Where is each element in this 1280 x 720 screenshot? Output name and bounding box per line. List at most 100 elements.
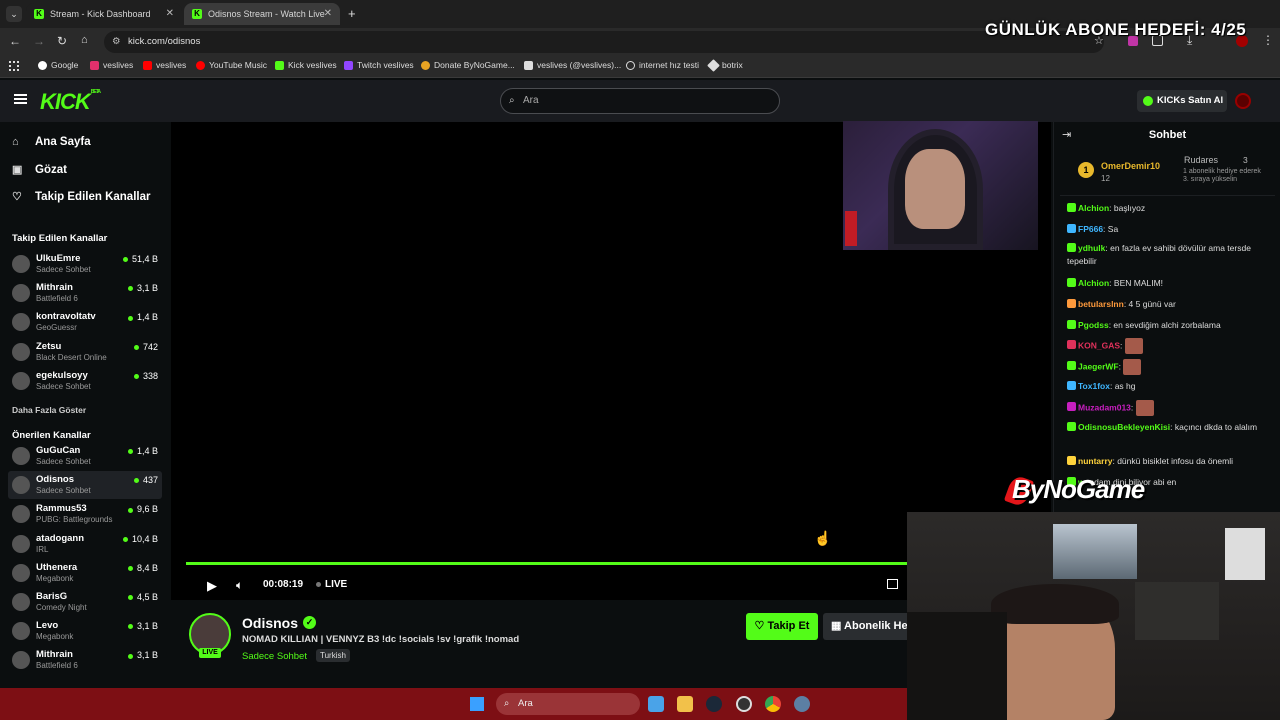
- channel-category: Megabonk: [36, 632, 74, 642]
- bookmark-youtube[interactable]: veslives: [143, 60, 186, 70]
- leaderboard-user-1[interactable]: OmerDemir10: [1101, 161, 1160, 171]
- home-icon[interactable]: ⌂: [81, 34, 88, 46]
- playback-progress-bar[interactable]: [186, 562, 907, 565]
- sidebar-channel-odisnos[interactable]: Odisnos Sadece Sohbet 437: [8, 471, 162, 500]
- viewer-count: 1,4 B: [128, 446, 158, 456]
- nav-following[interactable]: ♡ Takip Edilen Kanallar: [12, 190, 150, 204]
- live-badge: LIVE: [199, 648, 221, 658]
- browser-menu-icon[interactable]: ⋮: [1262, 33, 1274, 47]
- apps-icon[interactable]: [9, 61, 19, 71]
- sidebar-channel-zetsu[interactable]: Zetsu Black Desert Online 742: [8, 338, 162, 366]
- channel-name: GuGuCan: [36, 445, 81, 456]
- chat-username[interactable]: Pgodss: [1078, 320, 1109, 330]
- follow-button[interactable]: ♡ Takip Et: [746, 613, 818, 640]
- taskbar-search[interactable]: ⌕ Ara: [496, 693, 640, 715]
- sidebar-channel-rammus53[interactable]: Rammus53 PUBG: Battlegrounds 9,6 B: [8, 500, 162, 528]
- site-info-icon[interactable]: ⚙: [112, 31, 121, 53]
- chat-username[interactable]: Tox1fox: [1078, 381, 1110, 391]
- bynogame-icon: [421, 60, 430, 70]
- play-icon[interactable]: ▶: [207, 578, 217, 594]
- language-tag[interactable]: Turkish: [316, 649, 350, 662]
- chat-badge-icon: [1067, 224, 1076, 233]
- settings-icon[interactable]: [794, 696, 810, 712]
- tiktok-icon: [524, 60, 533, 70]
- sidebar-channel-ulkuemre[interactable]: UlkuEmre Sadece Sohbet 51,4 B: [8, 250, 162, 278]
- show-more-link[interactable]: Daha Fazla Göster: [12, 405, 86, 415]
- channel-avatar: [12, 622, 30, 641]
- channel-category: Megabonk: [36, 573, 74, 583]
- close-tab-icon[interactable]: ✕: [166, 8, 174, 19]
- sidebar-channel-uthenera[interactable]: Uthenera Megabonk 8,4 B: [8, 559, 162, 587]
- sidebar-channel-barisg[interactable]: BarisG Comedy Night 4,5 B: [8, 588, 162, 616]
- bookmark-botrix[interactable]: botrix: [707, 58, 743, 72]
- bookmark-twitch[interactable]: Twitch veslives: [344, 60, 414, 70]
- chat-username[interactable]: FP666: [1078, 224, 1103, 234]
- tab-kick-dashboard[interactable]: K Stream - Kick Dashboard ✕: [26, 3, 182, 25]
- obs-icon[interactable]: [736, 696, 752, 712]
- bookmark-google[interactable]: Google: [38, 60, 78, 70]
- chat-username[interactable]: Muzadam013: [1078, 402, 1131, 412]
- chat-text: : as hg: [1109, 381, 1136, 391]
- stream-category-link[interactable]: Sadece Sohbet: [242, 651, 307, 662]
- nav-browse[interactable]: ▣ Gözat: [12, 163, 67, 177]
- hamburger-menu-icon[interactable]: [14, 94, 27, 104]
- chat-username[interactable]: ydhulk: [1078, 243, 1105, 253]
- kick-favicon-icon: K: [192, 9, 202, 19]
- tab-list-button[interactable]: ⌄: [6, 6, 22, 22]
- photos-app-icon[interactable]: [648, 696, 664, 712]
- search-input[interactable]: ⌕ Ara: [500, 88, 780, 114]
- chat-badge-icon: [1067, 278, 1076, 287]
- sidebar-channel-gugucan[interactable]: GuGuCan Sadece Sohbet 1,4 B: [8, 442, 162, 470]
- google-icon: [38, 60, 47, 70]
- new-tab-icon[interactable]: +: [348, 6, 356, 21]
- sidebar-channel-kontravoltatv[interactable]: kontravoltatv GeoGuessr 1,4 B: [8, 308, 162, 336]
- address-bar[interactable]: ⚙ kick.com/odisnos: [104, 31, 1104, 53]
- file-explorer-icon[interactable]: [677, 696, 693, 712]
- bookmark-kick[interactable]: Kick veslives: [275, 60, 337, 70]
- sidebar-channel-levo[interactable]: Levo Megabonk 3,1 B: [8, 617, 162, 645]
- tab-odisnos-stream[interactable]: K Odisnos Stream - Watch Live o ✕: [184, 3, 340, 25]
- chat-username[interactable]: Alchion: [1078, 278, 1109, 288]
- viewer-count: 3,1 B: [128, 650, 158, 660]
- chat-username[interactable]: KON_GAS: [1078, 340, 1120, 350]
- leaderboard-user-2[interactable]: Rudares: [1184, 155, 1218, 165]
- windows-start-icon[interactable]: [470, 697, 484, 711]
- sidebar-channel-egekulsoyy[interactable]: egekulsoyy Sadece Sohbet 338: [8, 367, 162, 395]
- bookmark-youtube-music[interactable]: YouTube Music: [196, 60, 267, 70]
- back-icon[interactable]: ←: [9, 34, 21, 48]
- chat-username[interactable]: nuntarry: [1078, 456, 1112, 466]
- bookmark-bynogame[interactable]: Donate ByNoGame...: [421, 60, 515, 70]
- subscribe-button[interactable]: ▦ Abonelik He: [823, 613, 907, 640]
- forward-icon[interactable]: →: [33, 34, 45, 48]
- bookmark-speedtest[interactable]: internet hız testi: [626, 60, 699, 70]
- buy-kicks-button[interactable]: KICKs Satın Al: [1137, 90, 1227, 112]
- channel-avatar: [12, 505, 30, 524]
- chat-username[interactable]: Alchion: [1078, 203, 1109, 213]
- live-indicator[interactable]: LIVE: [316, 579, 347, 590]
- picture-in-picture-icon[interactable]: [887, 579, 898, 589]
- youtube-music-icon: [196, 60, 205, 70]
- channel-avatar: [12, 342, 30, 361]
- chrome-icon[interactable]: [765, 696, 781, 712]
- chat-text: :: [1130, 402, 1134, 413]
- chat-message: Alchion: başlıyoz: [1067, 202, 1273, 215]
- streamer-name[interactable]: Odisnos: [242, 615, 298, 631]
- sidebar-channel-atadogann[interactable]: atadogann IRL 10,4 B: [8, 530, 162, 558]
- chat-username[interactable]: betularslnn: [1078, 299, 1124, 309]
- steam-icon[interactable]: [706, 696, 722, 712]
- kick-logo[interactable]: KICKBETA: [40, 89, 101, 115]
- kick-favicon-icon: K: [34, 9, 44, 19]
- volume-icon[interactable]: 🔈︎: [236, 578, 243, 593]
- chat-username[interactable]: JaegerWF: [1078, 361, 1119, 371]
- bookmark-instagram[interactable]: veslives: [90, 60, 133, 70]
- chat-username[interactable]: OdisnosuBekleyenKisi: [1078, 422, 1170, 432]
- close-tab-icon[interactable]: ✕: [324, 8, 332, 19]
- reload-icon[interactable]: ↻: [57, 34, 67, 48]
- sidebar-channel-mithrain[interactable]: Mithrain Battlefield 6 3,1 B: [8, 279, 162, 307]
- bookmark-tiktok[interactable]: veslives (@veslives)...: [524, 60, 621, 70]
- channel-category: PUBG: Battlegrounds: [36, 515, 113, 525]
- sidebar-channel-mithrain[interactable]: Mithrain Battlefield 6 3,1 B: [8, 646, 162, 674]
- user-avatar[interactable]: [1235, 93, 1251, 109]
- nav-home[interactable]: ⌂ Ana Sayfa: [12, 136, 91, 148]
- chat-message: KON_GAS:: [1067, 338, 1273, 354]
